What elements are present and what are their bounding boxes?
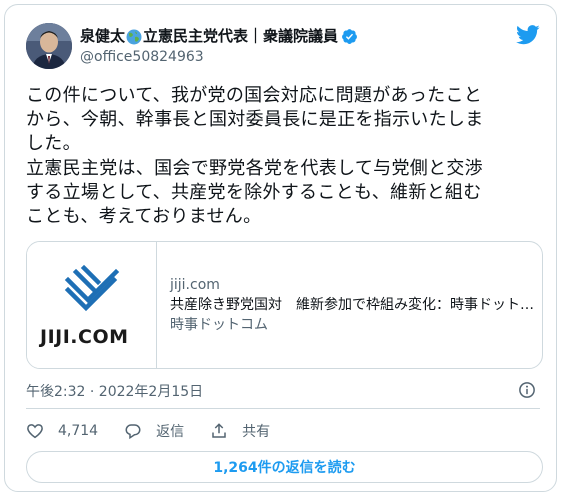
action-bar: 4,714 返信 共有 <box>26 421 296 441</box>
avatar[interactable] <box>26 23 72 69</box>
tweet-line: した。 <box>26 133 81 155</box>
author-name-part1: 泉健太 <box>80 27 126 45</box>
twitter-bird-icon[interactable] <box>516 25 540 45</box>
reply-button[interactable]: 返信 <box>124 421 184 441</box>
reply-label: 返信 <box>156 424 185 440</box>
tweet-line: ことも、考えておりません。 <box>26 206 262 228</box>
link-domain: jiji.com <box>170 277 220 293</box>
globe-emoji-icon <box>126 29 142 45</box>
tweet-card: 泉健太 立憲民主党代表｜衆議院議員 @office50824963 この件につい… <box>4 4 557 492</box>
link-details[interactable]: jiji.com 共産除き野党国対 維新参加で枠組み変化：時事ドットコム 時事ド… <box>157 242 538 368</box>
tweet-line: この件について、我が党の国会対応に問題があったこと <box>26 85 483 106</box>
link-thumbnail[interactable]: JIJI.COM <box>27 242 157 368</box>
divider <box>26 408 540 409</box>
reply-bubble-icon <box>125 424 141 440</box>
link-title: 共産除き野党国対 維新参加で枠組み変化：時事ドットコム <box>170 297 538 313</box>
author-name-part2: 立憲民主党代表｜衆議院議員 <box>143 27 339 45</box>
tweet-line: する立場として、共産党を除外することも、維新と組む <box>26 181 482 203</box>
share-label: 共有 <box>242 424 271 440</box>
tweet-line: 立憲民主党は、国会で野党各党を代表して与党側と交渉 <box>26 157 483 179</box>
link-preview-card[interactable]: JIJI.COM jiji.com 共産除き野党国対 維新参加で枠組み変化：時事… <box>26 241 543 369</box>
tweet-text: この件について、我が党の国会対応に問題があったこと から、今朝、幹事長と国対委員… <box>26 84 546 229</box>
author-block[interactable]: 泉健太 立憲民主党代表｜衆議院議員 @office50824963 <box>80 27 358 66</box>
tweet-line: から、今朝、幹事長と国対委員長に是正を指示いたしま <box>26 109 484 131</box>
info-icon[interactable] <box>518 381 536 399</box>
jiji-logo-icon <box>64 264 120 312</box>
author-name[interactable]: 泉健太 立憲民主党代表｜衆議院議員 <box>80 27 358 46</box>
link-source: 時事ドットコム <box>170 317 268 333</box>
author-handle[interactable]: @office50824963 <box>80 48 358 66</box>
tweet-timestamp[interactable]: 午後2:32 · 2022年2月15日 <box>26 381 203 401</box>
read-replies-button[interactable]: 1,264件の返信を読む <box>26 451 543 483</box>
share-button[interactable]: 共有 <box>210 421 270 441</box>
share-icon <box>212 423 226 438</box>
like-count: 4,714 <box>58 423 99 439</box>
jiji-logo-text: JIJI.COM <box>40 326 129 348</box>
like-button[interactable]: 4,714 <box>26 422 98 440</box>
heart-icon <box>27 424 43 439</box>
verified-badge-icon <box>341 28 358 45</box>
